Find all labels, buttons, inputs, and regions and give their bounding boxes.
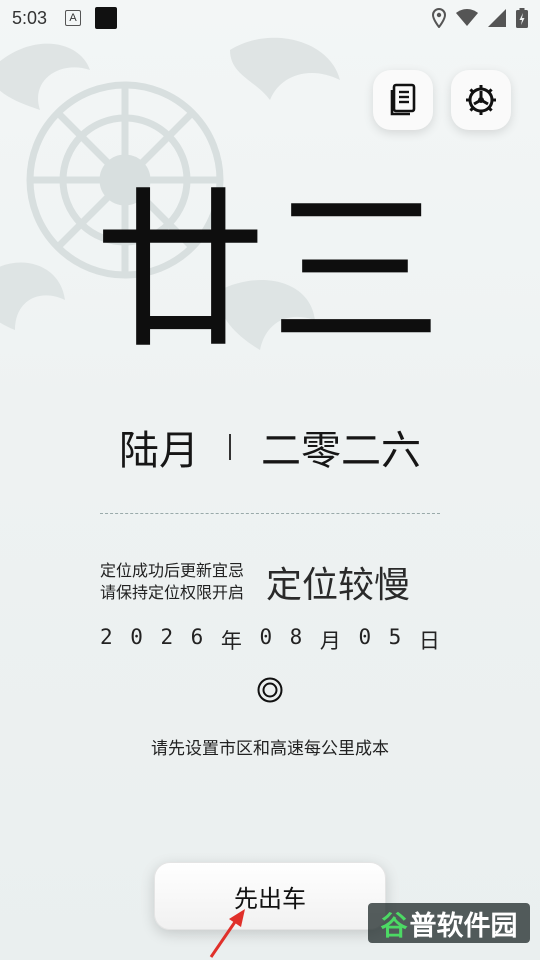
- settings-gear-icon: [466, 85, 496, 115]
- status-time: 5:03: [12, 7, 48, 28]
- location-hint-line1: 定位成功后更新宜忌: [100, 561, 245, 580]
- watermark-logo: 谷 普软件园: [368, 903, 530, 943]
- watermark-rest: 普软件园: [409, 910, 518, 942]
- watermark-first-char: 谷: [380, 910, 408, 942]
- location-hint-line2: 请保持定位权限开启: [100, 583, 245, 602]
- lunar-day: 廿三: [94, 171, 446, 372]
- location-hint: 定位成功后更新宜忌 请保持定位权限开启: [100, 560, 244, 604]
- date-char: 日: [418, 629, 440, 653]
- battery-icon: [516, 8, 528, 28]
- notification-letter-icon: A: [65, 10, 82, 26]
- dashed-divider: [100, 513, 440, 514]
- notification-square-icon: [95, 7, 118, 29]
- solar-date: 2 0 2 6 年 0 8 月 0 5 日: [100, 625, 440, 655]
- date-char: 0: [358, 625, 372, 649]
- date-char: 6: [190, 625, 204, 649]
- location-icon: [432, 8, 446, 28]
- date-char: 0: [130, 625, 143, 649]
- location-section: 定位成功后更新宜忌 请保持定位权限开启 定位较慢: [100, 556, 410, 608]
- notes-icon: [390, 83, 416, 116]
- notes-button[interactable]: [373, 70, 433, 130]
- lunar-year: 二零二六: [261, 428, 421, 474]
- date-char: 8: [289, 625, 303, 649]
- lunar-month: 陆月: [119, 428, 199, 474]
- date-char: 0: [259, 625, 273, 649]
- date-char: 月: [319, 629, 341, 653]
- date-char: 2: [100, 625, 113, 649]
- date-char: 5: [388, 625, 402, 649]
- target-icon[interactable]: [257, 677, 283, 703]
- lunar-month-year: 陆月 二零二六: [0, 418, 540, 476]
- signal-icon: [488, 9, 506, 27]
- date-char: 年: [220, 629, 242, 653]
- separator: [229, 434, 231, 460]
- cost-setup-hint[interactable]: 请先设置市区和高速每公里成本: [0, 734, 540, 759]
- pointer-arrow-icon: [209, 909, 245, 958]
- location-status: 定位较慢: [266, 565, 411, 606]
- settings-button[interactable]: [451, 70, 511, 130]
- status-icons: [432, 8, 528, 28]
- date-char: 2: [160, 625, 174, 649]
- wifi-icon: [456, 9, 478, 26]
- depart-button[interactable]: 先出车: [154, 862, 386, 930]
